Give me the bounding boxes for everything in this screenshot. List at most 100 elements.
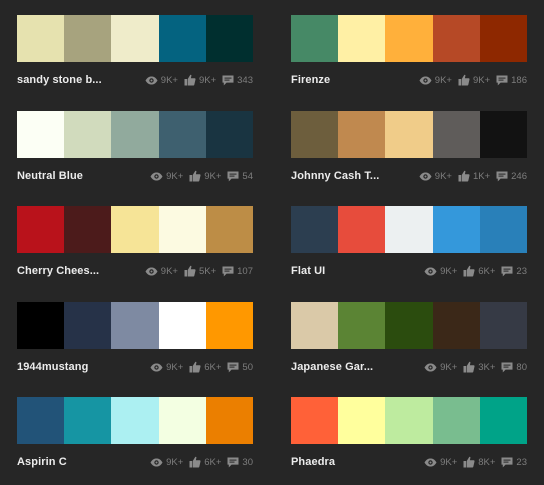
palette-swatches[interactable]	[291, 111, 528, 158]
color-swatch[interactable]	[432, 15, 480, 62]
color-swatch[interactable]	[432, 397, 480, 444]
comments-stat[interactable]: 80	[501, 362, 527, 373]
comment-icon[interactable]	[501, 362, 513, 373]
palette-card-sandy-stone-beach[interactable]: sandy stone b... 9K+ 9K+ 343	[17, 15, 254, 103]
palette-name[interactable]: Cherry Chees...	[17, 265, 139, 277]
color-swatch[interactable]	[205, 111, 254, 158]
thumbs-up-icon[interactable]	[189, 170, 201, 182]
palette-swatches[interactable]	[291, 206, 528, 253]
color-swatch[interactable]	[205, 302, 254, 349]
likes-stat[interactable]: 6K+	[189, 456, 221, 468]
likes-stat[interactable]: 6K+	[189, 361, 221, 373]
palette-card-1944mustang[interactable]: 1944mustang 9K+ 6K+ 50	[17, 302, 254, 390]
color-swatch[interactable]	[17, 111, 65, 158]
comments-stat[interactable]: 23	[501, 266, 527, 277]
color-swatch[interactable]	[17, 15, 65, 62]
comments-stat[interactable]: 30	[227, 457, 253, 468]
comment-icon[interactable]	[227, 171, 239, 182]
comment-icon[interactable]	[501, 266, 513, 277]
color-swatch[interactable]	[64, 111, 112, 158]
palette-card-aspirin-c[interactable]: Aspirin C 9K+ 6K+ 30	[17, 397, 254, 485]
color-swatch[interactable]	[479, 15, 528, 62]
comment-icon[interactable]	[227, 457, 239, 468]
color-swatch[interactable]	[432, 206, 480, 253]
comment-icon[interactable]	[227, 362, 239, 373]
likes-stat[interactable]: 6K+	[463, 265, 495, 277]
comments-stat[interactable]: 107	[222, 266, 253, 277]
color-swatch[interactable]	[479, 302, 528, 349]
color-swatch[interactable]	[111, 397, 159, 444]
palette-name[interactable]: Flat UI	[291, 265, 418, 277]
thumbs-up-icon[interactable]	[189, 456, 201, 468]
color-swatch[interactable]	[111, 206, 159, 253]
palette-card-flat-ui[interactable]: Flat UI 9K+ 6K+ 23	[291, 206, 528, 294]
palette-swatches[interactable]	[17, 111, 254, 158]
color-swatch[interactable]	[291, 302, 339, 349]
color-swatch[interactable]	[338, 15, 386, 62]
color-swatch[interactable]	[64, 302, 112, 349]
color-swatch[interactable]	[111, 302, 159, 349]
comments-stat[interactable]: 54	[227, 171, 253, 182]
color-swatch[interactable]	[479, 111, 528, 158]
thumbs-up-icon[interactable]	[184, 74, 196, 86]
color-swatch[interactable]	[17, 206, 65, 253]
color-swatch[interactable]	[338, 206, 386, 253]
thumbs-up-icon[interactable]	[458, 170, 470, 182]
color-swatch[interactable]	[17, 302, 65, 349]
color-swatch[interactable]	[158, 111, 206, 158]
palette-swatches[interactable]	[17, 206, 254, 253]
comment-icon[interactable]	[501, 457, 513, 468]
thumbs-up-icon[interactable]	[463, 361, 475, 373]
likes-stat[interactable]: 8K+	[463, 456, 495, 468]
color-swatch[interactable]	[291, 397, 339, 444]
palette-swatches[interactable]	[17, 397, 254, 444]
palette-name[interactable]: Phaedra	[291, 456, 418, 468]
comment-icon[interactable]	[496, 171, 508, 182]
likes-stat[interactable]: 9K+	[189, 170, 221, 182]
thumbs-up-icon[interactable]	[458, 74, 470, 86]
palette-swatches[interactable]	[17, 15, 254, 62]
color-swatch[interactable]	[158, 302, 206, 349]
palette-card-cherry-cheesecake[interactable]: Cherry Chees... 9K+ 5K+ 107	[17, 206, 254, 294]
color-swatch[interactable]	[385, 206, 433, 253]
palette-name[interactable]: Aspirin C	[17, 456, 144, 468]
likes-stat[interactable]: 9K+	[184, 74, 216, 86]
comments-stat[interactable]: 23	[501, 457, 527, 468]
comment-icon[interactable]	[222, 266, 234, 277]
likes-stat[interactable]: 9K+	[458, 74, 490, 86]
color-swatch[interactable]	[432, 111, 480, 158]
color-swatch[interactable]	[158, 206, 206, 253]
palette-card-firenze[interactable]: Firenze 9K+ 9K+ 186	[291, 15, 528, 103]
color-swatch[interactable]	[338, 397, 386, 444]
palette-card-johnny-cash[interactable]: Johnny Cash T... 9K+ 1K+ 246	[291, 111, 528, 199]
color-swatch[interactable]	[205, 397, 254, 444]
comments-stat[interactable]: 186	[496, 75, 527, 86]
palette-card-neutral-blue[interactable]: Neutral Blue 9K+ 9K+ 54	[17, 111, 254, 199]
color-swatch[interactable]	[338, 111, 386, 158]
comments-stat[interactable]: 343	[222, 75, 253, 86]
likes-stat[interactable]: 5K+	[184, 265, 216, 277]
palette-swatches[interactable]	[291, 15, 528, 62]
color-swatch[interactable]	[385, 397, 433, 444]
color-swatch[interactable]	[291, 111, 339, 158]
palette-name[interactable]: sandy stone b...	[17, 74, 139, 86]
color-swatch[interactable]	[385, 111, 433, 158]
color-swatch[interactable]	[111, 15, 159, 62]
color-swatch[interactable]	[64, 397, 112, 444]
palette-swatches[interactable]	[17, 302, 254, 349]
color-swatch[interactable]	[64, 206, 112, 253]
thumbs-up-icon[interactable]	[463, 456, 475, 468]
color-swatch[interactable]	[291, 206, 339, 253]
likes-stat[interactable]: 3K+	[463, 361, 495, 373]
color-swatch[interactable]	[291, 15, 339, 62]
palette-name[interactable]: Firenze	[291, 74, 413, 86]
palette-card-phaedra[interactable]: Phaedra 9K+ 8K+ 23	[291, 397, 528, 485]
thumbs-up-icon[interactable]	[463, 265, 475, 277]
color-swatch[interactable]	[385, 15, 433, 62]
comment-icon[interactable]	[496, 75, 508, 86]
color-swatch[interactable]	[385, 302, 433, 349]
color-swatch[interactable]	[111, 111, 159, 158]
palette-name[interactable]: Japanese Gar...	[291, 361, 418, 373]
color-swatch[interactable]	[205, 15, 254, 62]
palette-swatches[interactable]	[291, 397, 528, 444]
